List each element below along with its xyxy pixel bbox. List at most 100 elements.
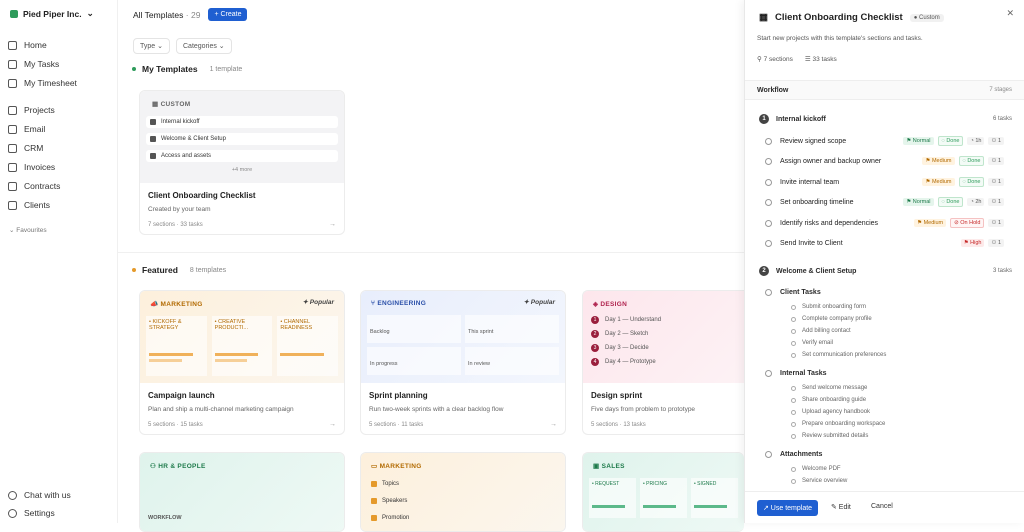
cancel-button[interactable]: Cancel: [871, 503, 893, 510]
subtask-row[interactable]: Welcome PDF: [791, 466, 841, 472]
card-desc: Run two-week sprints with a clear backlo…: [369, 406, 504, 413]
subtask-row[interactable]: Prepare onboarding workspace: [791, 421, 885, 427]
card-tag: ▭ MARKETING: [371, 463, 422, 470]
preview-cell: Backlog: [367, 315, 461, 343]
card-title: Design sprint: [591, 391, 643, 400]
task-circle-icon[interactable]: [765, 370, 772, 377]
subtask-circle-icon: [791, 328, 796, 334]
template-card-campaign-launch[interactable]: 📣 MARKETING ✦ Popular • KICKOFF & STRATE…: [139, 290, 345, 435]
categories-filter[interactable]: Categories ⌄: [176, 38, 232, 54]
sidebar-item-invoices[interactable]: Invoices: [8, 162, 55, 172]
preview-cell: This sprint: [465, 315, 559, 343]
task-row[interactable]: Identify risks and dependencies ⚑ Medium…: [765, 216, 1004, 230]
subtask-row[interactable]: Upload agency handbook: [791, 409, 870, 415]
card-desc: Five days from problem to prototype: [591, 406, 696, 413]
template-card-sales[interactable]: ▣ SALES • REQUEST • PRICING • SIGNED: [582, 452, 744, 532]
card-preview: ◈ DESIGN 1 Day 1 — Understand 2 Day 2 — Sk…: [583, 291, 744, 383]
crm-icon: [8, 143, 17, 153]
sidebar-item-crm[interactable]: CRM: [8, 143, 43, 153]
workflow-label: Workflow: [757, 87, 789, 94]
subtask-circle-icon: [791, 340, 796, 346]
subtask-circle-icon: [791, 397, 796, 403]
close-icon[interactable]: ✕: [1006, 8, 1014, 19]
day-row: 1 Day 1 — Understand: [591, 316, 738, 324]
priority-badge: ⚑ High: [960, 239, 985, 247]
list-icon: ☰: [804, 56, 813, 63]
divider: [118, 252, 744, 253]
create-button[interactable]: + Create: [208, 8, 248, 21]
subtask-row[interactable]: Verify email: [791, 340, 833, 346]
assignee-badge: ⚇ 1: [988, 137, 1004, 145]
status-badge: ◌ Done: [937, 197, 964, 207]
checkbox-icon: [371, 481, 377, 487]
section-row[interactable]: 2 Welcome & Client Setup 3 tasks: [759, 262, 1012, 280]
subtask-row[interactable]: Service overview: [791, 478, 847, 484]
card-title: Campaign launch: [148, 391, 215, 400]
preview-label: WORKFLOW: [148, 515, 182, 521]
chat-with-us-button[interactable]: Chat with us: [8, 490, 71, 500]
status-badge: ◌ Done: [937, 136, 964, 146]
task-row[interactable]: Review signed scope ⚑ Normal ◌ Done ◔ 1h ⚇ …: [765, 134, 1004, 148]
chat-label: Chat with us: [24, 490, 71, 500]
task-circle-icon[interactable]: [765, 137, 772, 145]
section-title: Welcome & Client Setup: [776, 267, 857, 275]
preview-cell: In progress: [367, 347, 461, 375]
template-card-client-onboarding[interactable]: ▦ CUSTOM Internal kickoff Welcome & Clie…: [139, 90, 345, 235]
template-card-design-sprint[interactable]: ◈ DESIGN 1 Day 1 — Understand 2 Day 2 — Sk…: [582, 290, 744, 435]
task-circle-icon[interactable]: [765, 239, 772, 247]
sidebar-item-my-timesheet[interactable]: My Timesheet: [8, 78, 77, 88]
task-row[interactable]: Invite internal team ⚑ Medium ◌ Done ⚇ 1: [765, 175, 1004, 189]
section-row[interactable]: 1 Internal kickoff 6 tasks: [759, 110, 1012, 128]
task-name: Identify risks and dependencies: [780, 219, 879, 227]
sidebar-item-contracts[interactable]: Contracts: [8, 181, 60, 191]
priority-badge: ⚑ Normal: [903, 198, 934, 206]
assignee-badge: ⚇ 1: [988, 198, 1004, 206]
settings-button[interactable]: Settings: [8, 508, 55, 518]
task-group[interactable]: Internal Tasks: [765, 370, 827, 377]
arrow-right-icon: →: [329, 421, 336, 428]
card-meta: 5 sections · 11 tasks: [369, 422, 424, 428]
task-circle-icon[interactable]: [765, 289, 772, 296]
tasks-count: ☰ 33 tasks: [804, 56, 837, 63]
subtask-circle-icon: [791, 304, 796, 310]
template-card-marketing-event[interactable]: ▭ MARKETING Topics Speakers Promotion: [360, 452, 566, 532]
task-row[interactable]: Send Invite to Client ⚑ High ⚇ 1: [765, 236, 1004, 250]
task-circle-icon[interactable]: [765, 219, 772, 227]
arrow-right-icon: →: [550, 421, 557, 428]
task-row[interactable]: Set onboarding timeline ⚑ Normal ◌ Done ◔ …: [765, 195, 1004, 209]
subtask-row[interactable]: Send welcome message: [791, 385, 867, 391]
preview-row: Promotion: [367, 512, 559, 524]
task-group[interactable]: Attachments: [765, 451, 822, 458]
priority-badge: ⚑ Medium: [914, 219, 947, 227]
subtask-row[interactable]: Add billing contact: [791, 328, 851, 334]
subtask-row[interactable]: Review submitted details: [791, 433, 868, 439]
org-switcher[interactable]: Pied Piper Inc. ⌄: [10, 8, 94, 19]
subtask-row[interactable]: Share onboarding guide: [791, 397, 866, 403]
sidebar-item-label: Projects: [24, 105, 55, 115]
card-preview: ▣ SALES • REQUEST • PRICING • SIGNED: [583, 453, 744, 531]
task-circle-icon[interactable]: [765, 198, 772, 206]
task-row[interactable]: Assign owner and backup owner ⚑ Medium ◌ …: [765, 154, 1004, 168]
use-template-button[interactable]: ↗ Use template: [757, 500, 819, 516]
sidebar-item-email[interactable]: Email: [8, 124, 45, 134]
sidebar-item-home[interactable]: Home: [8, 40, 47, 50]
task-circle-icon[interactable]: [765, 178, 772, 186]
template-card-sprint-planning[interactable]: ⑂ ENGINEERING ✦ Popular Backlog This spr…: [360, 290, 566, 435]
subtask-row[interactable]: Complete company profile: [791, 316, 872, 322]
priority-badge: ⚑ Medium: [922, 178, 955, 186]
sidebar-item-my-tasks[interactable]: My Tasks: [8, 59, 59, 69]
edit-button[interactable]: ✎ Edit: [831, 503, 851, 511]
task-group[interactable]: Client Tasks: [765, 289, 821, 296]
sidebar-item-projects[interactable]: Projects: [8, 105, 55, 115]
task-name: Invite internal team: [780, 178, 840, 186]
task-circle-icon[interactable]: [765, 451, 772, 458]
template-icon: ▦: [152, 101, 161, 108]
type-filter[interactable]: Type ⌄: [133, 38, 170, 54]
sidebar-item-clients[interactable]: Clients: [8, 200, 50, 210]
preview-col: • SIGNED: [691, 478, 738, 518]
favourites-toggle[interactable]: ⌄ Favourites: [9, 226, 47, 234]
template-card-hr-people[interactable]: ⚇ HR & PEOPLE WORKFLOW: [139, 452, 345, 532]
subtask-row[interactable]: Submit onboarding form: [791, 304, 866, 310]
task-circle-icon[interactable]: [765, 157, 772, 165]
subtask-row[interactable]: Set communication preferences: [791, 352, 886, 358]
